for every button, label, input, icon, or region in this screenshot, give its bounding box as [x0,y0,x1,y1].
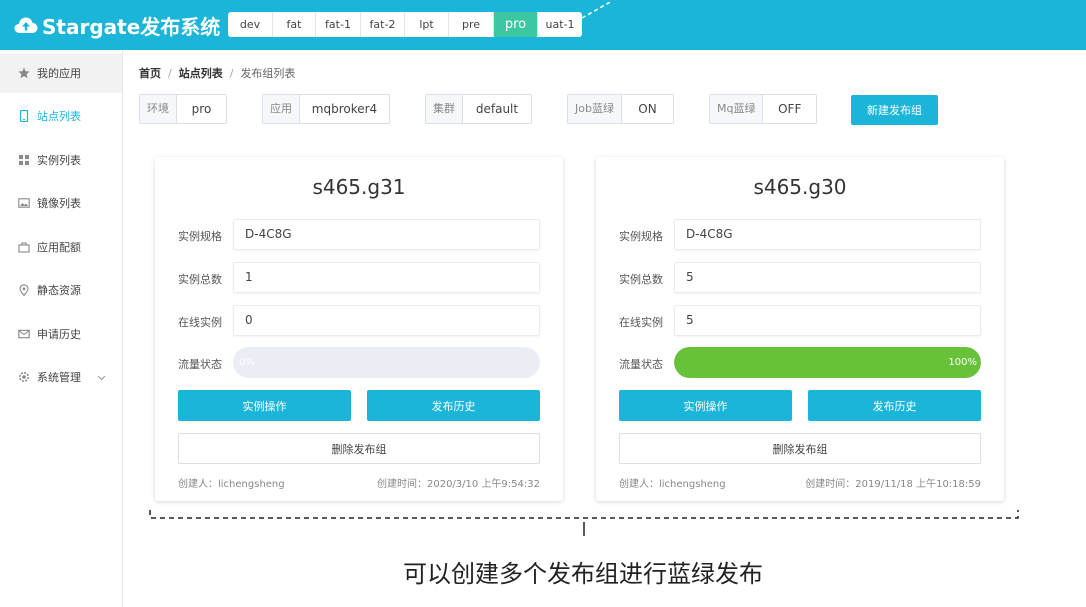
top-header: Stargate发布系统 dev fat fat-1 fat-2 lpt pre… [0,0,1086,50]
app-filter[interactable]: 应用 mqbroker4 [262,94,390,124]
mail-icon [18,328,30,340]
image-icon [18,197,30,209]
breadcrumb-current: 发布组列表 [240,67,296,80]
sidebar-item-my-apps[interactable]: 我的应用 [0,53,122,93]
sidebar-item-label: 申请历史 [37,328,81,341]
created-time-text: 创建时间：2020/3/10 上午9:54:32 [376,479,540,490]
env-tab-fat[interactable]: fat [273,12,316,37]
annotation-bracket [149,510,1019,536]
app-logo[interactable]: Stargate发布系统 [14,12,221,39]
publish-history-button[interactable]: 发布历史 [367,390,540,421]
group-title: s465.g31 [312,175,406,199]
sidebar-item-label: 站点列表 [37,110,81,123]
creator-text: 创建人：lichengsheng [178,479,285,490]
cluster-filter-label: 集群 [426,95,463,123]
annotation-text: 可以创建多个发布组进行蓝绿发布 [403,560,763,588]
gear-icon [18,371,30,383]
online-value: 5 [674,305,981,336]
sidebar: 我的应用 站点列表 实例列表 镜像列表 应用配额 静态资源 申请历史 系统管理 [0,50,123,607]
traffic-progress-fill [674,347,981,378]
tablet-icon [18,110,30,122]
online-label: 在线实例 [178,316,222,329]
chevron-down-icon [97,372,106,385]
sidebar-item-quota[interactable]: 应用配额 [0,227,122,267]
sidebar-item-history[interactable]: 申请历史 [0,314,122,354]
job-bluegreen-value: ON [638,102,657,116]
spec-label: 实例规格 [619,230,663,243]
traffic-progress: 0% [233,347,540,378]
sidebar-item-label: 镜像列表 [37,197,81,210]
env-tab-pro[interactable]: pro [494,12,538,37]
publish-history-button[interactable]: 发布历史 [808,390,981,421]
traffic-progress-text: 100% [948,357,977,368]
app-filter-label: 应用 [263,95,300,123]
online-label: 在线实例 [619,316,663,329]
env-tab-fat-2[interactable]: fat-2 [361,12,405,37]
group-card: s465.g31 实例规格 D-4C8G 实例总数 1 在线实例 0 流量状态 … [155,157,563,501]
star-icon [18,67,30,79]
app-filter-value: mqbroker4 [311,102,378,116]
online-value: 0 [233,305,540,336]
traffic-progress-text: 0% [239,357,255,368]
delete-group-button[interactable]: 删除发布组 [178,433,540,464]
app-title: Stargate发布系统 [42,14,221,39]
annotation-dash-line [581,0,613,19]
job-bluegreen-label: Job蓝绿 [568,95,622,123]
env-tab-fat-1[interactable]: fat-1 [316,12,361,37]
cluster-filter-value: default [475,102,519,116]
delete-group-button[interactable]: 删除发布组 [619,433,981,464]
spec-value: D-4C8G [233,219,540,250]
breadcrumb: 首页 / 站点列表 / 发布组列表 [139,65,295,81]
sidebar-item-label: 我的应用 [37,67,81,80]
group-card: s465.g30 实例规格 D-4C8G 实例总数 5 在线实例 5 流量状态 … [596,157,1004,501]
spec-value: D-4C8G [674,219,981,250]
cluster-filter[interactable]: 集群 default [425,94,532,124]
total-value: 5 [674,262,981,293]
env-filter-value: pro [191,102,212,116]
mq-bluegreen-value: OFF [778,102,802,116]
sidebar-item-label: 实例列表 [37,154,81,167]
total-label: 实例总数 [178,273,222,286]
breadcrumb-sites[interactable]: 站点列表 [179,65,223,81]
env-tab-dev[interactable]: dev [228,12,273,37]
breadcrumb-separator: / [229,66,234,80]
creator-text: 创建人：lichengsheng [619,479,726,490]
mq-bluegreen-filter[interactable]: Mq蓝绿 OFF [709,94,817,124]
mq-bluegreen-label: Mq蓝绿 [710,95,764,123]
job-bluegreen-filter[interactable]: Job蓝绿 ON [567,94,674,124]
group-title: s465.g30 [753,175,847,199]
breadcrumb-home[interactable]: 首页 [139,65,161,81]
traffic-label: 流量状态 [178,358,222,371]
traffic-label: 流量状态 [619,358,663,371]
total-label: 实例总数 [619,273,663,286]
sidebar-item-label: 静态资源 [37,284,81,297]
grid-icon [18,154,30,166]
sidebar-item-label: 系统管理 [37,371,81,384]
created-time-text: 创建时间：2019/11/18 上午10:18:59 [805,479,981,490]
spec-label: 实例规格 [178,230,222,243]
env-tab-lpt[interactable]: lpt [405,12,449,37]
sidebar-item-static[interactable]: 静态资源 [0,270,122,310]
total-value: 1 [233,262,540,293]
sidebar-item-system[interactable]: 系统管理 [0,357,122,397]
new-group-button[interactable]: 新建发布组 [851,95,938,125]
env-filter-label: 环境 [140,95,177,123]
env-tab-pre[interactable]: pre [449,12,494,37]
sidebar-item-sites[interactable]: 站点列表 [0,96,122,136]
bag-icon [18,241,30,253]
instance-ops-button[interactable]: 实例操作 [178,390,351,421]
env-tabs: dev fat fat-1 fat-2 lpt pre pro uat-1 [228,12,582,37]
traffic-progress: 100% [674,347,981,378]
sidebar-item-images[interactable]: 镜像列表 [0,183,122,223]
instance-ops-button[interactable]: 实例操作 [619,390,792,421]
cloud-upload-icon [14,17,38,33]
breadcrumb-separator: / [168,66,172,80]
location-icon [18,284,30,296]
env-filter[interactable]: 环境 pro [139,94,227,124]
sidebar-item-label: 应用配额 [37,241,81,254]
sidebar-item-instances[interactable]: 实例列表 [0,140,122,180]
env-tab-uat-1[interactable]: uat-1 [538,12,582,37]
